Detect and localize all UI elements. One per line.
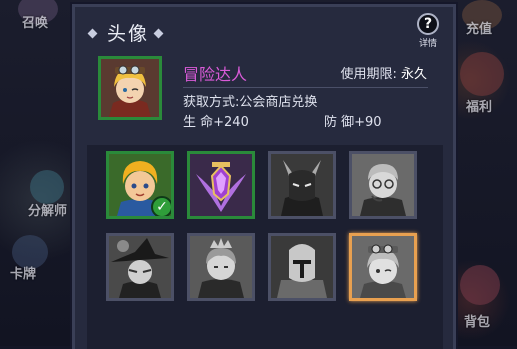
side-label-decompose[interactable]: 分解师 xyxy=(28,200,67,219)
adventurer-girl-portrait-icon xyxy=(101,59,159,117)
title-right-diamond-icon xyxy=(153,28,164,39)
equipped-check-icon: ✓ xyxy=(151,196,171,216)
selected-avatar-portrait xyxy=(98,56,162,120)
avatar-grid: ✓ xyxy=(87,145,443,349)
panel-header: 头像 ? 详情 xyxy=(75,7,453,51)
side-label-card[interactable]: 卡牌 xyxy=(10,263,36,282)
avatar-info: 冒险达人 使用期限: 永久 获取方式:公会商店兑换 生 命+240 防 御+90 xyxy=(87,51,437,131)
avatar-cell-witch-hat[interactable] xyxy=(106,233,174,301)
side-label-summon[interactable]: 召唤 xyxy=(22,12,48,31)
glasses-man-icon xyxy=(352,154,414,216)
help-label: 详情 xyxy=(418,39,437,49)
side-label-bag[interactable]: 背包 xyxy=(464,311,490,330)
avatar-cell-glasses-man[interactable] xyxy=(349,151,417,219)
title-left-diamond-icon xyxy=(87,28,98,39)
period-label: 使用期限: xyxy=(340,67,397,82)
usage-period: 使用期限: 永久 xyxy=(340,63,427,82)
help-button[interactable]: ? 详情 xyxy=(413,13,443,49)
welfare-icon xyxy=(460,52,504,96)
stat-defense: 防 御+90 xyxy=(324,115,382,130)
avatar-cell-purple-crest[interactable] xyxy=(187,151,255,219)
panel-title: 头像 xyxy=(107,23,150,45)
avatar-cell-crowned-prince[interactable] xyxy=(187,233,255,301)
armored-knight-icon xyxy=(271,236,333,298)
crowned-prince-icon xyxy=(190,236,252,298)
bag-icon xyxy=(460,265,500,305)
avatar-name: 冒险达人 xyxy=(183,65,248,84)
stat-hp: 生 命+240 xyxy=(183,115,249,130)
side-label-welfare[interactable]: 福利 xyxy=(466,96,492,115)
adventurer-girl-icon xyxy=(352,236,414,298)
period-value: 永久 xyxy=(400,67,427,82)
avatar-panel: 头像 ? 详情 冒险达人 使用期限: 永久 获取方式:公会商店兑换 生 命+24… xyxy=(72,4,456,349)
avatar-cell-horned-demon[interactable] xyxy=(268,151,336,219)
horned-demon-icon xyxy=(271,154,333,216)
avatar-cell-blonde-hero[interactable]: ✓ xyxy=(106,151,174,219)
decompose-icon xyxy=(30,170,64,204)
avatar-cell-armored-knight[interactable] xyxy=(268,233,336,301)
info-divider xyxy=(183,87,428,88)
avatar-cell-adventurer-girl[interactable] xyxy=(349,233,417,301)
witch-hat-icon xyxy=(109,236,171,298)
obtain-method: 获取方式:公会商店兑换 xyxy=(183,95,318,110)
purple-crest-icon xyxy=(190,154,252,216)
question-icon: ? xyxy=(417,13,439,35)
side-label-recharge[interactable]: 充值 xyxy=(466,18,492,37)
